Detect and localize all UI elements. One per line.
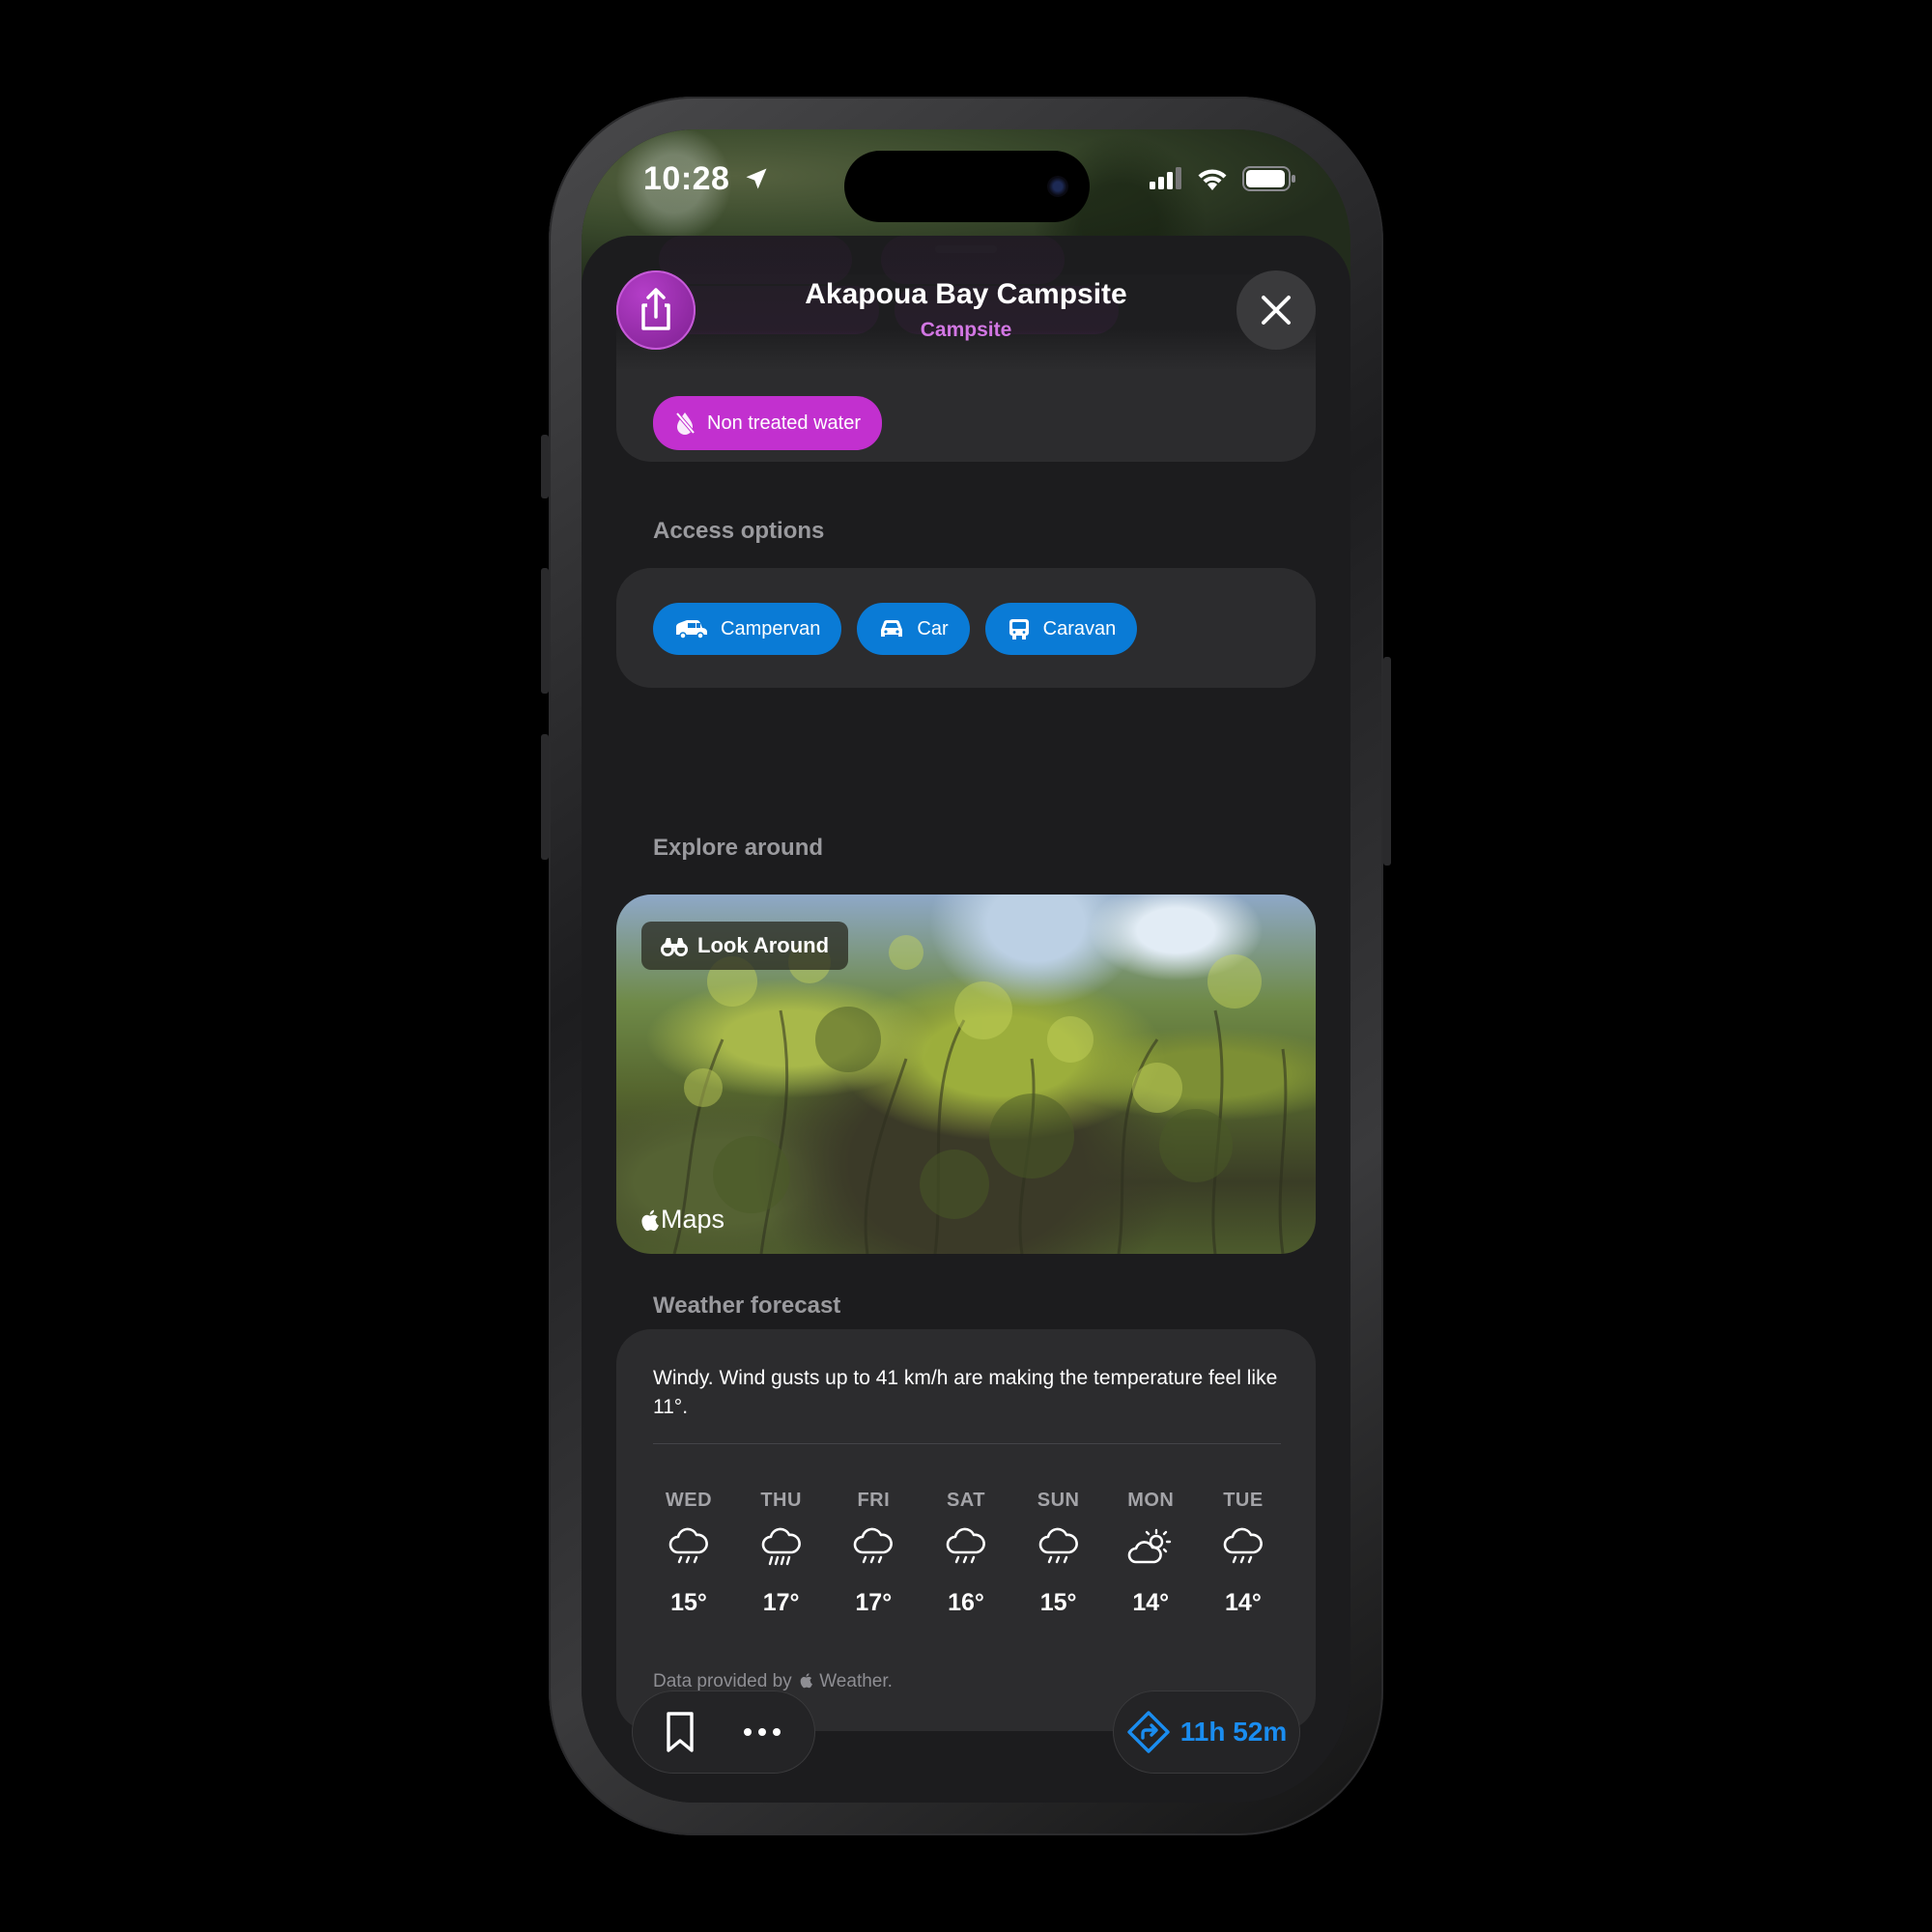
- rain-icon: [1223, 1527, 1263, 1564]
- save-button[interactable]: [651, 1703, 709, 1761]
- no-drinking-water-icon: [675, 412, 696, 435]
- place-sheet: Akapoua Bay Campsite Campsite Non treate…: [582, 236, 1350, 1803]
- car-icon: [881, 620, 903, 637]
- volume-up-button: [541, 568, 549, 694]
- directions-button[interactable]: 11h 52m: [1113, 1690, 1300, 1774]
- attribution-prefix: Data provided by: [653, 1671, 792, 1691]
- share-icon: [641, 288, 670, 330]
- forecast-day: SAT 16°: [921, 1490, 1011, 1617]
- forecast-temp: 15°: [670, 1589, 707, 1616]
- access-options-heading: Access options: [653, 518, 825, 544]
- forecast-day-name: TUE: [1223, 1490, 1264, 1511]
- forecast-temp: 16°: [948, 1589, 984, 1616]
- access-option-label: Caravan: [1042, 617, 1117, 639]
- access-option-label: Campervan: [721, 617, 821, 639]
- time-text: 10:28: [643, 160, 730, 197]
- rain-icon: [1038, 1527, 1078, 1564]
- maps-wordmark: Maps: [661, 1205, 725, 1234]
- attribution-suffix: Weather.: [819, 1671, 893, 1691]
- power-button: [1383, 657, 1391, 866]
- amenity-tag-non-treated-water[interactable]: Non treated water: [653, 396, 882, 450]
- forecast-temp: 17°: [762, 1589, 800, 1616]
- access-option-caravan[interactable]: Caravan: [984, 603, 1138, 655]
- ellipsis-icon: [744, 1728, 781, 1736]
- weather-summary: Windy. Wind gusts up to 41 km/h are maki…: [653, 1367, 1278, 1418]
- forecast-day-name: THU: [760, 1490, 802, 1511]
- location-arrow-icon: [746, 168, 767, 189]
- amenity-tags: Non treated water: [653, 396, 882, 450]
- forecast-day: FRI 17°: [828, 1490, 919, 1617]
- forecast-temp: 17°: [855, 1589, 893, 1616]
- action-button: [541, 435, 549, 498]
- weather-forecast-heading: Weather forecast: [653, 1293, 841, 1319]
- weather-divider: [653, 1443, 1281, 1444]
- directions-icon: [1127, 1711, 1170, 1753]
- access-option-campervan[interactable]: Campervan: [653, 603, 842, 655]
- more-button[interactable]: [730, 1703, 794, 1761]
- apple-maps-logo: Maps: [639, 1205, 724, 1235]
- battery-icon: [1242, 166, 1295, 191]
- status-icons: [1150, 166, 1296, 191]
- apple-logo-icon: [641, 1209, 659, 1231]
- forecast-day-name: SAT: [946, 1490, 985, 1511]
- weather-card: Windy. Wind gusts up to 41 km/h are maki…: [616, 1329, 1316, 1731]
- forecast-day-name: FRI: [857, 1490, 891, 1511]
- amenity-tag-label: Non treated water: [707, 412, 861, 434]
- forecast-day-name: WED: [665, 1490, 713, 1511]
- bookmark-icon: [667, 1712, 694, 1752]
- partly-sunny-icon: [1127, 1528, 1172, 1564]
- rain-icon: [668, 1527, 708, 1564]
- cellular-signal-icon: [1150, 167, 1181, 189]
- wifi-icon: [1198, 169, 1227, 190]
- volume-down-button: [541, 734, 549, 860]
- look-around-preview[interactable]: Look Around Maps: [616, 895, 1316, 1254]
- forecast-day: MON 14°: [1105, 1490, 1196, 1617]
- share-button[interactable]: [616, 270, 696, 350]
- place-category: Campsite: [920, 319, 1012, 341]
- apple-logo-icon: [800, 1673, 812, 1689]
- caravan-icon: [1009, 619, 1029, 639]
- directions-eta: 11h 52m: [1179, 1717, 1288, 1747]
- forecast-day: THU 17°: [736, 1490, 827, 1617]
- screen: 10:28 Akapoua Bay Campsite Campsite Non …: [582, 129, 1350, 1803]
- rain-icon: [854, 1527, 894, 1564]
- forecast-temp: 15°: [1039, 1589, 1077, 1616]
- forecast-day: SUN 15°: [1013, 1490, 1104, 1617]
- close-icon: [1262, 296, 1291, 325]
- forecast-temp: 14°: [1132, 1589, 1170, 1616]
- access-option-label: Car: [917, 617, 949, 639]
- forecast-temp: 14°: [1225, 1589, 1262, 1616]
- look-around-button[interactable]: Look Around: [641, 922, 849, 970]
- weather-attribution[interactable]: Data provided by Weather.: [653, 1671, 893, 1692]
- forecast-day: TUE 14°: [1198, 1490, 1289, 1617]
- close-button[interactable]: [1236, 270, 1316, 350]
- dynamic-island: [844, 151, 1090, 222]
- quick-actions-bar: [632, 1690, 815, 1774]
- explore-around-heading: Explore around: [653, 835, 824, 861]
- heavy-rain-icon: [761, 1527, 801, 1566]
- forecast-day-name: SUN: [1037, 1490, 1080, 1511]
- camera-lens: [1047, 176, 1068, 197]
- look-around-label: Look Around: [697, 933, 830, 957]
- access-options-card: Campervan Car Caravan: [616, 568, 1316, 688]
- forecast-days: WED 15° THU 17° FRI 17° SAT 16° SUN 15° …: [643, 1490, 1289, 1617]
- forecast-day: WED 15°: [643, 1490, 734, 1617]
- access-options-list: Campervan Car Caravan: [653, 603, 1138, 655]
- rain-icon: [946, 1527, 985, 1564]
- status-time: 10:28: [643, 160, 770, 198]
- forecast-day-name: MON: [1127, 1490, 1175, 1511]
- campervan-icon: [676, 620, 707, 639]
- access-option-car[interactable]: Car: [857, 603, 970, 655]
- place-title: Akapoua Bay Campsite: [805, 278, 1127, 310]
- binoculars-icon: [661, 938, 688, 956]
